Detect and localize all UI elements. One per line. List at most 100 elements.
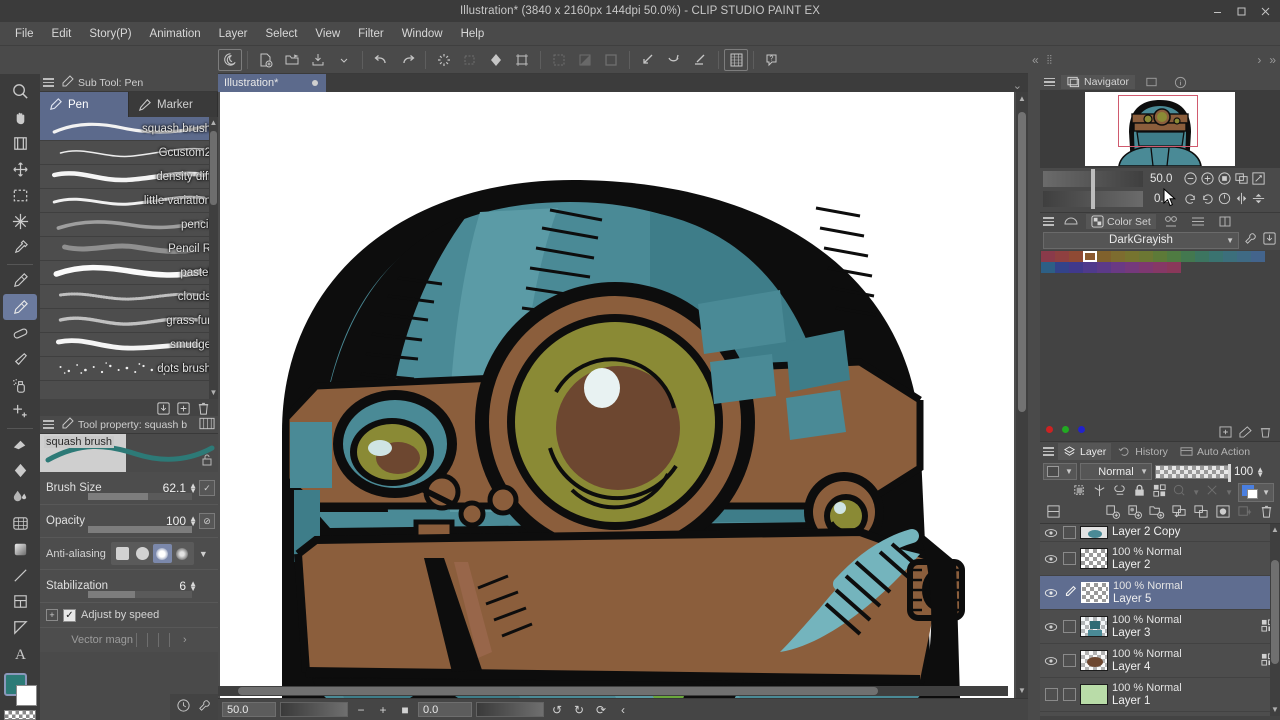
color-swatch[interactable] [1111,262,1125,273]
canvas-horizontal-scrollbar[interactable] [218,686,1008,696]
tab-auto-action[interactable]: Auto Action [1175,443,1255,460]
figure-tool-icon[interactable] [3,536,37,562]
magnifier-tool-icon[interactable] [3,78,37,104]
panel-tool-icon[interactable] [3,588,37,614]
color-swatch[interactable] [1153,262,1167,273]
color-swatch[interactable] [1237,251,1251,262]
anti-aliasing-row[interactable]: Anti-aliasing ▼ [40,538,218,570]
tab-layer[interactable]: Layer [1058,443,1111,460]
visibility-icon[interactable] [1043,554,1059,564]
color-set-dropdown[interactable]: DarkGrayish ▼ [1043,232,1239,249]
layer-select-checkbox[interactable] [1063,654,1076,667]
lock-transparent-pixels-icon[interactable] [1152,483,1167,501]
speech-balloon-tool-icon[interactable] [3,615,37,641]
color-swatch[interactable] [1069,251,1083,262]
layer-thumbnail[interactable] [1080,650,1108,671]
color-swatch[interactable] [1167,251,1181,262]
tab-pen[interactable]: Pen [40,92,129,117]
scroll-down-icon[interactable]: ▼ [1016,684,1028,698]
document-tabs-overflow-icon[interactable]: ⌄ [1013,79,1028,92]
rotate-right-button[interactable]: ↻ [570,702,588,718]
layer-list[interactable]: Layer 2 Copy 100 % Normal Layer 2 [1040,524,1280,716]
canvas-vertical-scrollbar[interactable]: ▲ ▼ [1016,92,1028,698]
new-folder-icon[interactable] [1149,504,1165,522]
redo-icon[interactable] [394,48,420,72]
color-swatches[interactable] [2,671,38,707]
layer-row-layer-2-copy[interactable]: Layer 2 Copy [1040,524,1280,542]
layer-select-checkbox[interactable] [1063,688,1076,701]
minimize-button[interactable] [1206,1,1228,21]
vector-magnet-more-icon[interactable]: › [183,634,187,646]
scroll-up-icon[interactable]: ▲ [209,117,218,129]
zoom-out-button[interactable]: − [352,702,370,718]
brush-item-pastel[interactable]: pastel [40,261,218,285]
color-swatch[interactable] [1223,251,1237,262]
menu-story[interactable]: Story(P) [80,25,140,43]
fill-tool-icon[interactable] [3,458,37,484]
rotation-value-field[interactable]: 0.0 [418,702,472,717]
menu-icon[interactable] [43,76,56,89]
brush-size-stepper[interactable]: ▲▼ [189,483,197,493]
anti-aliasing-weak[interactable] [133,544,152,563]
clip-studio-logo-icon[interactable] [218,49,242,71]
color-swatch[interactable] [1069,262,1083,273]
wrench-icon[interactable] [1243,231,1258,249]
ruler-link-icon[interactable] [1112,483,1127,501]
adjust-by-speed-checkbox[interactable]: ✓ [63,609,76,622]
layer-thumbnail[interactable] [1080,548,1108,569]
layer-opacity-slider[interactable] [1155,465,1231,479]
menu-window[interactable]: Window [393,25,452,43]
gradient-eraser-tool-icon[interactable] [3,432,37,458]
clip-to-layer-icon[interactable] [1072,483,1087,501]
scroll-down-icon[interactable]: ▼ [1270,704,1280,716]
rotate-left-button[interactable]: ↺ [548,702,566,718]
color-swatch[interactable] [1195,251,1209,262]
menu-select[interactable]: Select [256,25,306,43]
chevron-down-icon[interactable]: ▼ [1140,467,1148,476]
palette-color-icon[interactable] [1242,485,1259,500]
visibility-icon[interactable] [1043,688,1059,701]
vector-magnet-row[interactable]: Vector magn › [40,628,218,652]
anti-aliasing-none[interactable] [113,544,132,563]
blend-mode-dropdown[interactable]: Normal ▼ [1080,463,1152,480]
tab-color-slider[interactable] [1186,214,1210,229]
chevron-down-icon[interactable]: ▼ [1192,488,1200,497]
layer-thumbnail[interactable] [1081,582,1109,603]
new-raster-layer-icon[interactable] [1105,504,1121,522]
scroll-up-icon[interactable]: ▲ [1016,92,1028,106]
tab-sub-view[interactable] [1139,75,1164,89]
rotate-right-icon[interactable] [1200,191,1215,209]
color-swatch[interactable] [1097,262,1111,273]
transparent-color-swatch[interactable] [4,710,36,720]
brush-item-little-variation[interactable]: little variation [40,189,218,213]
color-swatch[interactable] [1181,251,1195,262]
tab-history[interactable]: History [1113,443,1173,460]
tab-navigator[interactable]: Navigator [1061,75,1135,89]
menu-layer[interactable]: Layer [210,25,257,43]
frame-border-tool-icon[interactable] [3,510,37,536]
navigator-zoom-slider[interactable] [1043,171,1143,187]
eyedropper-tool-icon[interactable] [3,235,37,261]
layer-mask-add-icon[interactable] [1237,504,1253,522]
layer-thumbnail[interactable] [1080,684,1108,705]
chevron-down-icon[interactable]: ▼ [1065,467,1073,476]
stabilization-slider[interactable] [88,591,192,598]
chevron-down-icon[interactable]: ▼ [1262,488,1270,497]
scroll-up-icon[interactable]: ▲ [1270,524,1280,536]
anti-aliasing-options[interactable] [111,542,194,565]
menu-icon[interactable] [43,418,56,431]
status-more-button[interactable]: ‹ [614,702,632,718]
menu-view[interactable]: View [306,25,349,43]
scale-icon[interactable] [635,48,661,72]
color-swatch[interactable] [1153,251,1167,262]
crop-icon[interactable] [509,48,535,72]
layer-view-mode-icon[interactable] [1046,504,1061,522]
invert-selection-icon[interactable] [572,48,598,72]
scroll-thumb[interactable] [1271,560,1279,664]
color-swatch[interactable] [1041,251,1055,262]
rotate-left-icon[interactable] [1183,191,1198,209]
selection-tool-icon[interactable] [3,183,37,209]
select-all-icon[interactable] [598,48,624,72]
color-swatch[interactable] [1083,262,1097,273]
wrench-icon[interactable] [197,698,212,716]
